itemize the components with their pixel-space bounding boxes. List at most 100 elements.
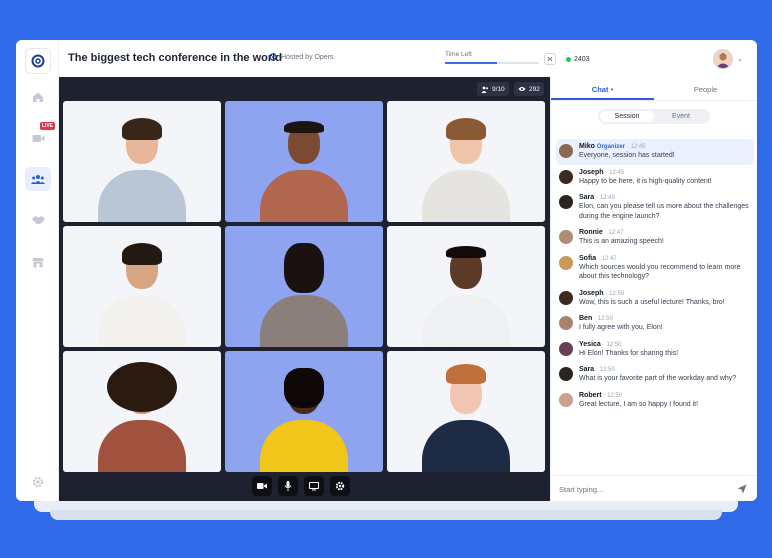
video-tile[interactable] <box>387 351 545 472</box>
speaker-count-badge: 9/10 <box>477 82 509 96</box>
avatar[interactable] <box>559 144 573 158</box>
chat-input-bar <box>551 475 757 501</box>
chat-message: Sara · 12:45 Elon, can you please tell us… <box>551 190 757 225</box>
rail-item-expo[interactable] <box>25 250 51 274</box>
online-dot-icon <box>566 57 571 62</box>
page-title: The biggest tech conference in the world <box>68 52 282 64</box>
message-time: · 12:45 <box>626 144 646 150</box>
rail-item-live[interactable]: LIVE <box>25 122 55 150</box>
tab-chat[interactable]: Chat • <box>551 77 654 100</box>
store-icon <box>32 257 44 267</box>
message-meta: Ronnie · 12:47 <box>579 229 664 236</box>
top-header: The biggest tech conference in the world… <box>59 40 757 78</box>
video-tile[interactable] <box>225 101 383 222</box>
tab-chat-label: Chat <box>591 85 609 94</box>
video-tile[interactable] <box>387 101 545 222</box>
chevron-down-icon[interactable]: ⌄ <box>737 55 743 63</box>
message-time-value: 12:50 <box>607 392 623 399</box>
call-controls <box>252 476 350 496</box>
chat-message: Miko Organizer · 12:45 Everyone, session … <box>556 139 754 165</box>
online-count: 2403 <box>566 56 590 63</box>
chat-input[interactable] <box>559 481 729 497</box>
left-rail: LIVE <box>16 40 59 501</box>
message-author[interactable]: Yesica <box>579 341 601 348</box>
message-meta: Sara · 12:45 <box>579 194 752 201</box>
gear-icon <box>32 476 44 488</box>
expand-button[interactable] <box>544 53 556 65</box>
chat-scope-toggle: Session Event <box>598 109 710 124</box>
user-avatar[interactable] <box>713 49 733 69</box>
group-icon <box>31 174 45 184</box>
message-author[interactable]: Joseph <box>579 169 604 176</box>
camera-button[interactable] <box>252 476 272 496</box>
avatar[interactable] <box>559 290 573 305</box>
message-text: Happy to be here, it is high-quality con… <box>579 177 712 185</box>
rail-item-networking[interactable] <box>25 208 51 232</box>
logo-icon <box>31 54 45 68</box>
avatar[interactable] <box>559 392 573 407</box>
message-meta: Sara · 12:50 <box>579 366 736 373</box>
avatar[interactable] <box>559 255 573 270</box>
avatar[interactable] <box>559 341 573 356</box>
segment-event[interactable]: Event <box>654 111 708 122</box>
video-tile[interactable] <box>387 226 545 347</box>
message-time: · 12:45 <box>596 195 615 201</box>
tab-people[interactable]: People <box>654 77 757 100</box>
message-author[interactable]: Sara <box>579 194 594 201</box>
send-icon[interactable] <box>737 484 747 494</box>
video-tile[interactable] <box>63 351 221 472</box>
monitor-icon <box>309 481 319 490</box>
online-count-value: 2403 <box>574 56 590 63</box>
message-time-value: 12:45 <box>609 169 625 176</box>
message-text: Everyone, session has started! <box>579 152 675 159</box>
avatar-icon <box>716 53 730 68</box>
handshake-icon <box>32 216 44 224</box>
video-tile[interactable] <box>225 351 383 472</box>
chat-message: Joseph · 12:45 Happy to be here, it is hi… <box>551 165 757 191</box>
message-author[interactable]: Ronnie <box>579 229 603 236</box>
message-role: Organizer <box>596 144 625 150</box>
message-time-value: 12:50 <box>599 367 615 373</box>
app-logo[interactable] <box>25 48 51 74</box>
message-author[interactable]: Miko <box>579 143 595 150</box>
message-text: Which sources would you recommend to lea… <box>579 263 741 281</box>
viewer-count-badge: 292 <box>514 82 544 96</box>
rail-item-settings[interactable] <box>25 470 51 494</box>
video-tile[interactable] <box>63 101 221 222</box>
message-time: · 12:50 <box>602 341 622 348</box>
video-tile[interactable] <box>63 226 221 347</box>
screen-share-button[interactable] <box>304 476 324 496</box>
live-badge: LIVE <box>39 122 55 130</box>
people-icon <box>481 86 488 93</box>
rail-item-home[interactable] <box>25 85 51 109</box>
message-author[interactable]: Sara <box>579 366 594 373</box>
message-author[interactable]: Robert <box>579 392 602 399</box>
avatar[interactable] <box>559 169 573 184</box>
gear-icon <box>335 481 345 491</box>
avatar[interactable] <box>559 195 573 209</box>
hosted-by[interactable]: Hosted by Opers <box>269 53 334 61</box>
avatar[interactable] <box>559 367 573 381</box>
message-text: Wow, this is such a useful lecture! Than… <box>579 298 725 306</box>
message-meta: Joseph · 12:45 <box>579 169 712 176</box>
rail-item-sessions[interactable] <box>25 167 51 191</box>
message-text: I fully agree with you, Elon! <box>579 324 663 331</box>
message-time: · 12:45 <box>605 169 625 176</box>
segment-session[interactable]: Session <box>600 111 654 122</box>
microphone-button[interactable] <box>278 476 298 496</box>
video-tile[interactable] <box>225 226 383 347</box>
chat-message: Ronnie · 12:47 This is an amazing speech! <box>551 225 757 251</box>
chat-message: Joseph · 12:50 Wow, this is such a useful… <box>551 286 757 312</box>
message-author[interactable]: Ben <box>579 315 592 322</box>
avatar[interactable] <box>559 316 573 330</box>
message-time-value: 12:47 <box>601 255 617 262</box>
message-time-value: 12:45 <box>630 144 646 150</box>
message-author[interactable]: Sofia <box>579 255 596 262</box>
avatar[interactable] <box>559 230 573 244</box>
message-text: Hi Elon! Thanks for sharing this! <box>579 349 679 357</box>
settings-button[interactable] <box>330 476 350 496</box>
hosted-by-label: Hosted by Opers <box>281 53 334 61</box>
message-author[interactable]: Joseph <box>579 290 604 297</box>
host-logo-icon <box>269 53 277 61</box>
message-time-value: 12:50 <box>597 316 613 322</box>
